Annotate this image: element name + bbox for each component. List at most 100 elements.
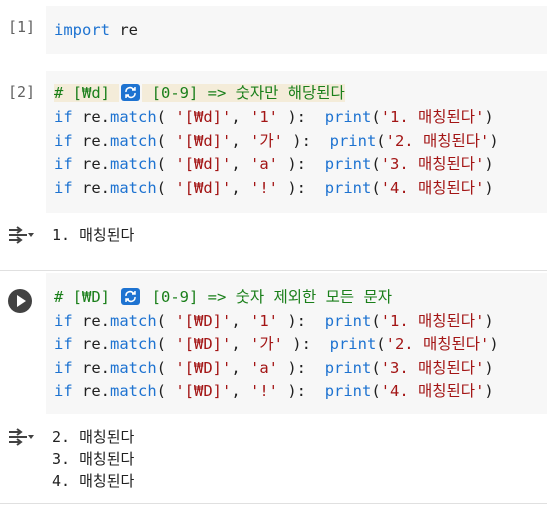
code-token: re <box>110 21 138 39</box>
repeat-emoji-icon <box>121 84 141 101</box>
cell-output-3: 2. 매칭된다 3. 매칭된다 4. 매칭된다 <box>0 424 547 494</box>
code-token: match <box>110 312 157 330</box>
execution-count: [2] <box>8 83 36 101</box>
code-token: # [₩d] <box>54 84 120 102</box>
code-cell-1[interactable]: [1] import re <box>0 6 547 54</box>
code-line: if re.match( '[₩D]', '1' ): print('1. 매칭… <box>54 310 494 332</box>
code-cell-2[interactable]: [2] # [₩d] [0-9] => 숫자만 해당된다 if re.match… <box>0 71 547 213</box>
code-token: '[₩d]' <box>175 132 232 150</box>
code-token: ( <box>376 132 386 150</box>
code-token: ( <box>371 179 381 197</box>
code-token: print <box>324 359 372 377</box>
play-icon[interactable] <box>8 289 32 313</box>
code-token: [0-9] => 숫자만 해당된다 <box>142 84 345 102</box>
code-editor[interactable]: # [₩D] [0-9] => 숫자 제외한 모든 문자 if re.match… <box>46 273 547 414</box>
code-token: ( <box>371 155 381 173</box>
code-token: ( <box>376 335 386 353</box>
code-token: match <box>110 132 157 150</box>
code-token: '2. 매칭된다' <box>385 132 490 150</box>
code-line: if re.match( '[₩D]', '가' ): print('2. 매칭… <box>54 333 499 355</box>
code-token: if <box>54 108 73 126</box>
code-line: if re.match( '[₩d]', 'a' ): print('3. 매칭… <box>54 153 494 175</box>
code-token: ) <box>489 335 499 353</box>
code-token: re. <box>72 155 110 173</box>
code-token: ( <box>156 335 176 353</box>
code-token: ( <box>156 108 176 126</box>
code-token: print <box>324 312 372 330</box>
code-token: if <box>54 312 73 330</box>
code-token: if <box>54 155 73 173</box>
code-token: '[₩D]' <box>175 382 232 400</box>
code-token: , <box>231 335 251 353</box>
code-token: match <box>110 359 157 377</box>
cell-output-2: 1. 매칭된다 <box>0 222 547 248</box>
code-token: ) <box>484 312 494 330</box>
code-token: '4. 매칭된다' <box>380 382 485 400</box>
code-token: ) <box>484 179 494 197</box>
code-token: , <box>231 132 251 150</box>
code-token: re. <box>72 382 110 400</box>
code-token: print <box>329 335 377 353</box>
code-token: print <box>324 179 372 197</box>
execution-count: [1] <box>8 18 36 36</box>
code-line: import re <box>54 19 138 41</box>
code-token: re. <box>72 335 110 353</box>
code-token: ): <box>278 155 325 173</box>
code-token: ) <box>489 132 499 150</box>
code-token: ) <box>484 155 494 173</box>
code-token: , <box>231 155 251 173</box>
code-token: if <box>54 382 73 400</box>
cell-gutter: [1] <box>0 6 46 54</box>
code-line: if re.match( '[₩d]', '1' ): print('1. 매칭… <box>54 106 494 128</box>
code-token: ( <box>156 132 176 150</box>
code-token: import <box>54 21 110 39</box>
code-token: '[₩D]' <box>175 335 232 353</box>
code-token: '가' <box>250 335 283 353</box>
code-token: '1. 매칭된다' <box>380 108 485 126</box>
cell-gutter <box>0 273 46 414</box>
code-token: ): <box>278 312 325 330</box>
code-token: ( <box>371 382 381 400</box>
code-token: ( <box>156 179 176 197</box>
code-token: 'a' <box>250 155 279 173</box>
code-token: '1' <box>250 312 279 330</box>
code-token: ( <box>371 108 381 126</box>
cell-gutter: [2] <box>0 71 46 213</box>
output-line: 1. 매칭된다 <box>52 226 135 244</box>
code-token: '!' <box>250 382 279 400</box>
output-toggle-icon[interactable] <box>7 426 35 448</box>
code-token: print <box>324 155 372 173</box>
code-token: '[₩d]' <box>175 155 232 173</box>
code-token: ( <box>156 312 176 330</box>
code-cell-3[interactable]: # [₩D] [0-9] => 숫자 제외한 모든 문자 if re.match… <box>0 273 547 414</box>
cell-divider <box>0 270 547 271</box>
code-token: '[₩D]' <box>175 312 232 330</box>
output-toggle-icon[interactable] <box>7 224 35 246</box>
code-line: if re.match( '[₩d]', '!' ): print('4. 매칭… <box>54 177 494 199</box>
code-token: , <box>231 108 251 126</box>
code-token: ( <box>371 359 381 377</box>
code-token: if <box>54 179 73 197</box>
code-token: ) <box>484 108 494 126</box>
code-token: if <box>54 335 73 353</box>
code-token: ): <box>282 132 330 150</box>
code-token: match <box>110 179 157 197</box>
code-line: # [₩D] [0-9] => 숫자 제외한 모든 문자 <box>54 286 392 308</box>
code-editor[interactable]: import re <box>46 6 547 54</box>
code-editor[interactable]: # [₩d] [0-9] => 숫자만 해당된다 if re.match( '[… <box>46 71 547 213</box>
code-token: match <box>110 108 157 126</box>
code-token: print <box>324 382 372 400</box>
code-token: ( <box>156 155 176 173</box>
code-token: '3. 매칭된다' <box>380 359 485 377</box>
code-token: re. <box>72 108 110 126</box>
cell-divider <box>0 503 547 504</box>
code-token: print <box>329 132 377 150</box>
code-token: if <box>54 132 73 150</box>
code-token: ): <box>278 179 325 197</box>
code-token: '3. 매칭된다' <box>380 155 485 173</box>
code-token: '2. 매칭된다' <box>385 335 490 353</box>
code-token: # [₩D] <box>54 288 120 306</box>
output-line: 3. 매칭된다 <box>52 450 135 468</box>
code-token: , <box>231 179 251 197</box>
code-token: '1. 매칭된다' <box>380 312 485 330</box>
